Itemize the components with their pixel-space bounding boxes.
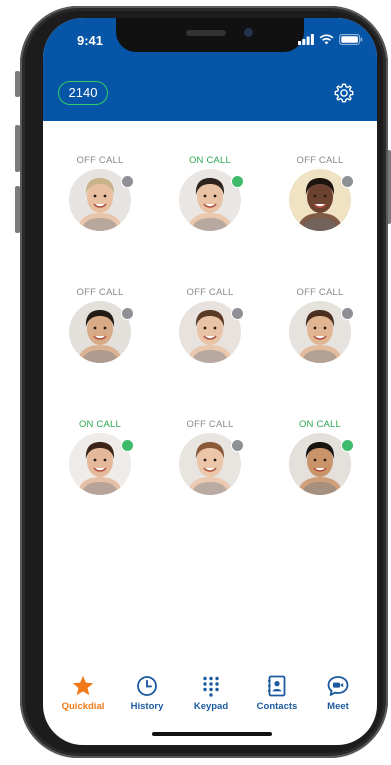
app-screen: 9:41 2140 OFF CALL ON CALL OFF CALL OFF CAL… xyxy=(43,18,377,745)
tab-keypad[interactable]: Keypad xyxy=(178,674,244,720)
front-camera xyxy=(244,28,253,37)
call-status-label: OFF CALL xyxy=(186,419,234,430)
call-status-label: OFF CALL xyxy=(76,287,124,298)
contact-tile[interactable]: ON CALL xyxy=(155,155,265,265)
tab-quickdial[interactable]: Quickdial xyxy=(50,674,116,720)
on-call-indicator xyxy=(341,439,354,452)
contact-tile[interactable]: OFF CALL xyxy=(155,287,265,397)
tab-label: Contacts xyxy=(256,701,298,712)
tab-history[interactable]: History xyxy=(114,674,180,720)
settings-gear-icon[interactable] xyxy=(333,82,355,104)
contact-tile[interactable]: OFF CALL xyxy=(265,287,375,397)
on-call-indicator xyxy=(121,439,134,452)
call-status-label: ON CALL xyxy=(78,419,122,430)
tab-label: History xyxy=(130,701,164,712)
call-status-label: ON CALL xyxy=(298,419,342,430)
call-status-label: OFF CALL xyxy=(296,155,344,166)
tab-meet[interactable]: Meet xyxy=(305,674,371,720)
contact-tile[interactable]: ON CALL xyxy=(45,419,155,529)
contact-tile[interactable]: OFF CALL xyxy=(155,419,265,529)
off-call-indicator xyxy=(231,439,244,452)
contact-tile[interactable]: OFF CALL xyxy=(45,287,155,397)
extension-badge[interactable]: 2140 xyxy=(58,81,108,105)
contact-tile[interactable]: ON CALL xyxy=(265,419,375,529)
status-time: 9:41 xyxy=(77,33,104,48)
status-icons xyxy=(298,34,363,45)
address-book-icon xyxy=(268,675,286,697)
call-status-label: ON CALL xyxy=(188,155,232,166)
notch xyxy=(116,18,304,52)
speaker xyxy=(186,30,226,36)
tab-contacts[interactable]: Contacts xyxy=(244,674,310,720)
tab-label: Keypad xyxy=(193,701,229,712)
clock-icon xyxy=(137,676,157,696)
video-chat-icon xyxy=(327,676,349,696)
wifi-icon xyxy=(319,34,334,45)
battery-icon xyxy=(339,34,363,45)
contact-tile[interactable]: OFF CALL xyxy=(265,155,375,265)
contact-tile[interactable]: OFF CALL xyxy=(45,155,155,265)
call-status-label: OFF CALL xyxy=(76,155,124,166)
call-status-label: OFF CALL xyxy=(296,287,344,298)
on-call-indicator xyxy=(231,175,244,188)
off-call-indicator xyxy=(341,307,354,320)
off-call-indicator xyxy=(231,307,244,320)
call-status-label: OFF CALL xyxy=(186,287,234,298)
off-call-indicator xyxy=(121,307,134,320)
home-indicator xyxy=(152,732,272,736)
tab-label: Quickdial xyxy=(61,701,105,712)
signal-icon xyxy=(298,34,314,45)
tab-label: Meet xyxy=(327,701,349,712)
star-icon xyxy=(72,675,94,696)
keypad-icon xyxy=(203,676,219,697)
off-call-indicator xyxy=(121,175,134,188)
off-call-indicator xyxy=(341,175,354,188)
